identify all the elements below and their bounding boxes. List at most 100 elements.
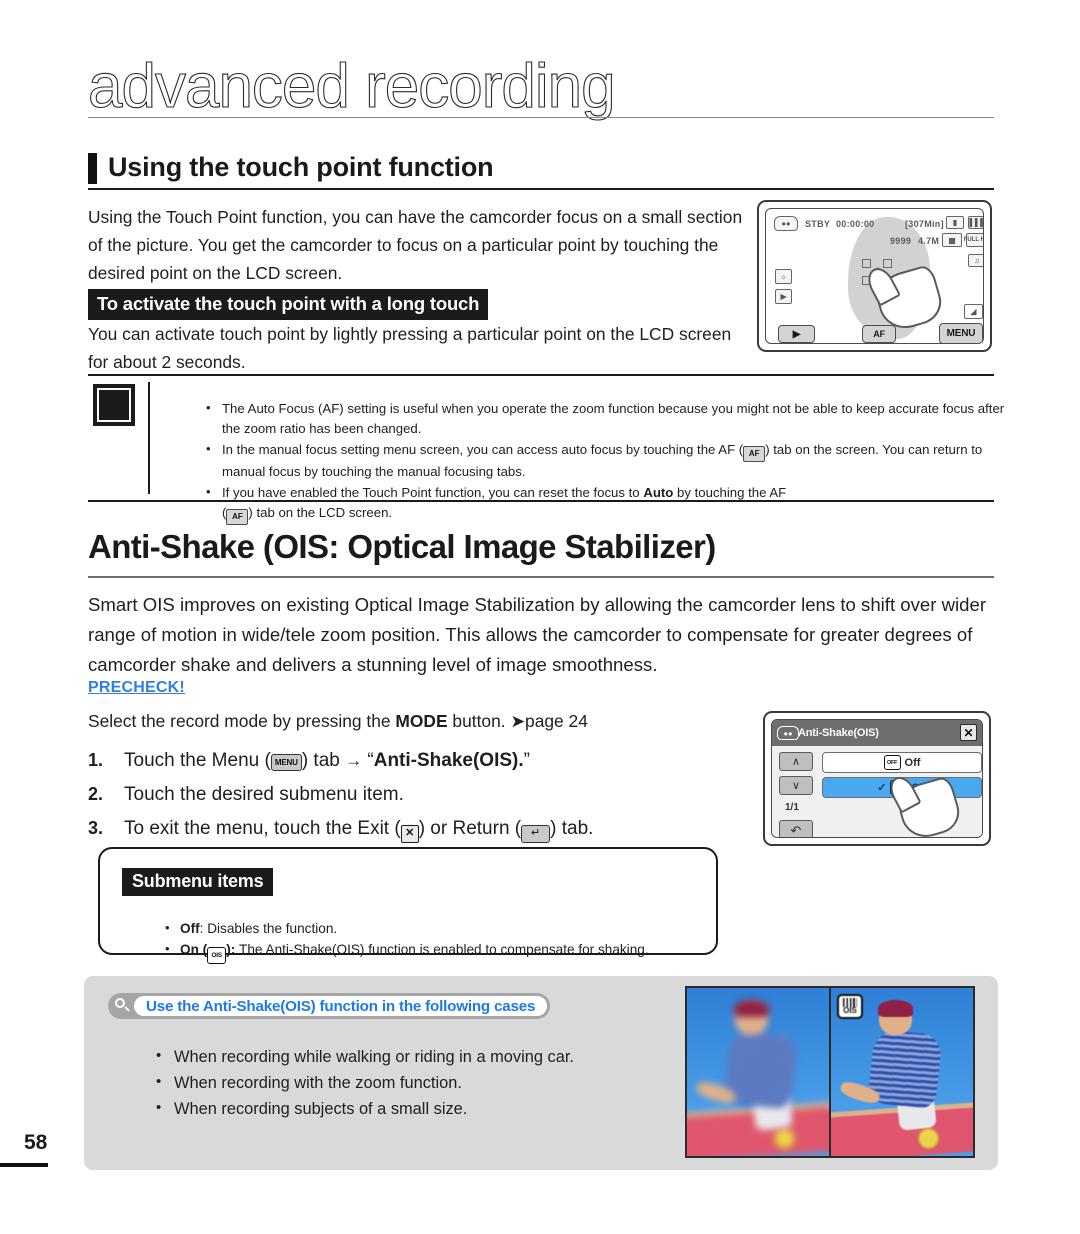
chapter-title: advanced recording [87, 52, 616, 121]
comparison-photos: OIS [685, 986, 975, 1158]
menu-option-off[interactable]: OFF Off [822, 752, 982, 773]
sharp-skateboarder-photo: OIS [831, 988, 973, 1156]
resolution-text: 4.7M [918, 236, 940, 246]
note-item: The Auto Focus (AF) setting is useful wh… [204, 398, 1020, 438]
anti-shake-heading-text: Anti-Shake (OIS: Optical Image Stabilize… [88, 528, 716, 565]
submenu-item-sep: ): [226, 941, 240, 957]
step-item: 3. To exit the menu, touch the Exit (✕) … [88, 812, 728, 845]
step-text-b: ) tab [301, 750, 346, 771]
precheck-body: Select the record mode by pressing the M… [88, 707, 748, 735]
video-quality-icon: FULL HD [964, 233, 983, 247]
menu-return-button[interactable]: ↶ [779, 820, 813, 837]
submenu-item-name: On [180, 941, 199, 957]
battery-icon: ▌▌▌ [968, 216, 983, 229]
menu-scroll-up-button[interactable]: ∧ [779, 752, 813, 771]
use-cases-pill: Use the Anti-Shake(OIS) function in the … [108, 993, 551, 1019]
af-tab-button[interactable]: AF [862, 325, 896, 343]
section-heading-rule [88, 188, 994, 190]
menu-option-check-icon: ✓ [877, 782, 887, 794]
step-text-b: ) or Return ( [418, 818, 522, 839]
camcorder-mode-icon: ●● [774, 216, 798, 231]
step-number: 2. [88, 784, 104, 804]
note-item: If you have enabled the Touch Point func… [204, 482, 1020, 525]
step-number: 3. [88, 818, 104, 838]
use-cases-list: When recording while walking or riding i… [112, 1043, 732, 1122]
menu-body: ∧ ∨ 1/1 ↶ OFF Off ✓ OIS On [772, 746, 982, 837]
note-divider [148, 382, 150, 494]
smart-auto-icon: ☼ [775, 269, 792, 284]
page-ref-arrow-icon: ➤ [510, 711, 526, 731]
section-heading-touch-point: Using the touch point function [88, 152, 994, 192]
submenu-item-name: Off [180, 920, 200, 936]
use-cases-panel: Use the Anti-Shake(OIS) function in the … [84, 976, 998, 1170]
submenu-item: Off: Disables the function. [162, 917, 742, 939]
record-status-text: STBY [805, 219, 831, 229]
note-item-text: The Auto Focus (AF) setting is useful wh… [222, 401, 1005, 436]
storage-card-icon: ▮ [946, 216, 964, 229]
ois-off-icon: OFF [883, 755, 901, 770]
step-text-d: ” [523, 750, 530, 771]
precheck-label: PRECHECK! [88, 679, 185, 696]
menu-close-button[interactable]: ✕ [960, 724, 977, 741]
lcd-recording-inner: ●● STBY 00:00:00 [307Min] ▮ ▌▌▌ 9999 4.7… [765, 208, 984, 344]
submenu-items-box: Submenu items Off: Disables the function… [98, 847, 718, 964]
step-menu-name: Anti-Shake(OIS). [373, 750, 524, 771]
menu-scroll-down-button[interactable]: ∨ [779, 776, 813, 795]
note-item: In the manual focus setting menu screen,… [204, 439, 1020, 481]
use-case-item: When recording subjects of a small size. [152, 1095, 732, 1122]
menu-page-indicator: 1/1 [785, 802, 799, 813]
precheck-page-reference: page 24 [525, 711, 588, 731]
display-toggle-icon: ◢ [964, 304, 983, 319]
photo-quality-icon: ▩ [942, 233, 962, 247]
anti-shake-intro-paragraph: Smart OIS improves on existing Optical I… [88, 594, 987, 675]
menu-camcorder-icon: ●● [777, 726, 799, 740]
menu-title-bar: ●● Anti-Shake(OIS) ✕ [772, 720, 982, 747]
page-number-rule [0, 1163, 48, 1167]
section-heading-anti-shake: Anti-Shake (OIS: Optical Image Stabilize… [88, 528, 994, 578]
steps-list: 1. Touch the Menu (MENU) tab → “Anti-Sha… [88, 744, 728, 846]
use-case-item: When recording with the zoom function. [152, 1069, 732, 1096]
use-case-item: When recording while walking or riding i… [152, 1043, 732, 1070]
photo-count-text: 9999 [890, 236, 912, 246]
magnifier-icon [114, 997, 131, 1015]
step-arrow-icon: → [345, 751, 363, 770]
submenu-item-desc: Disables the function. [207, 920, 338, 936]
touch-point-intro-paragraph: Using the Touch Point function, you can … [88, 207, 743, 283]
heading-accent-bar [88, 153, 97, 184]
precheck-mode-keyword: MODE [395, 711, 448, 731]
submenu-item: On (OIS): The Anti-Shake(OIS) function i… [162, 938, 742, 964]
ois-badge-icon: OIS [837, 994, 863, 1019]
menu-tab-button[interactable]: MENU [939, 323, 983, 343]
audio-level-icon: ♫ [968, 254, 983, 267]
anti-shake-heading-rule [88, 576, 994, 578]
lcd-recording-screen: ●● STBY 00:00:00 [307Min] ▮ ▌▌▌ 9999 4.7… [757, 200, 992, 352]
step-text-c: ) tab. [550, 818, 594, 839]
playback-tab-button[interactable]: ▶ [778, 325, 815, 343]
ois-on-icon: OIS [207, 946, 227, 964]
step-text-a: To exit the menu, touch the Exit ( [124, 818, 401, 839]
touch-point-subheading: To activate the touch point with a long … [88, 289, 489, 320]
close-icon: ✕ [400, 824, 419, 843]
note-list: The Auto Focus (AF) setting is useful wh… [164, 398, 1020, 527]
note-box: The Auto Focus (AF) setting is useful wh… [88, 374, 1004, 525]
submenu-items-list: Off: Disables the function. On (OIS): Th… [122, 917, 742, 964]
use-cases-pill-label: Use the Anti-Shake(OIS) function in the … [134, 996, 548, 1016]
touch-point-subbody-paragraph: You can activate touch point by lightly … [88, 324, 732, 372]
step-item: 1. Touch the Menu (MENU) tab → “Anti-Sha… [88, 744, 728, 777]
af-icon: AF [226, 508, 249, 525]
precheck-body-a: Select the record mode by pressing the [88, 711, 396, 731]
menu-title-text: Anti-Shake(OIS) [798, 727, 879, 739]
step-text-a: Touch the Menu ( [124, 750, 271, 771]
step-text-a: Touch the desired submenu item. [124, 784, 404, 805]
return-icon: ↵ [521, 824, 551, 843]
precheck-body-c: button. [447, 711, 511, 731]
step-number: 1. [88, 750, 104, 770]
menu-icon: MENU [270, 754, 302, 771]
note-hand-icon [93, 384, 135, 426]
timecode-text: 00:00:00 [836, 219, 875, 229]
menu-option-off-label: Off [904, 756, 921, 769]
page-number: 58 [24, 1131, 48, 1154]
step-text-c: “ [362, 750, 374, 771]
af-icon: AF [743, 445, 766, 462]
submenu-items-title: Submenu items [122, 868, 274, 896]
